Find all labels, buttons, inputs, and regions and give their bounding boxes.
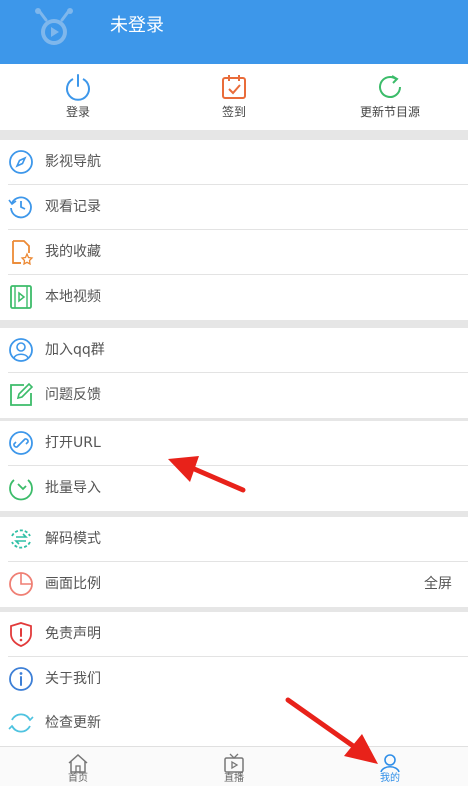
menu-item-label: 打开URL <box>45 435 101 451</box>
checkin-label: 签到 <box>221 105 246 119</box>
login-label: 登录 <box>65 105 90 119</box>
menu-item-label: 影视导航 <box>45 154 101 170</box>
tab-live[interactable]: 直播 <box>156 747 312 786</box>
calendar-check-icon <box>222 75 246 99</box>
menu-item-join-qq[interactable]: 加入qq群 <box>0 328 468 373</box>
checkin-button[interactable]: 签到 <box>156 64 312 130</box>
menu-item-label: 加入qq群 <box>45 342 105 358</box>
menu-item-about[interactable]: 关于我们 <box>0 657 468 702</box>
menu-item-label: 画面比例 <box>45 576 101 592</box>
update-source-button[interactable]: 更新节目源 <box>312 64 468 130</box>
user-circle-icon <box>9 338 33 362</box>
menu-item-history[interactable]: 观看记录 <box>0 185 468 230</box>
user-icon <box>380 754 400 773</box>
film-icon <box>10 285 32 309</box>
menu-item-local-video[interactable]: 本地视频 <box>0 275 468 320</box>
pie-chart-icon <box>9 572 33 596</box>
menu-item-label: 观看记录 <box>45 199 101 215</box>
login-status-title[interactable]: 未登录 <box>110 14 164 38</box>
menu-item-favorites[interactable]: 我的收藏 <box>0 230 468 275</box>
favorite-file-icon <box>12 240 34 265</box>
history-clock-icon <box>8 196 32 219</box>
menu-item-label: 关于我们 <box>45 671 101 687</box>
menu-item-batch-import[interactable]: 批量导入 <box>0 466 468 511</box>
compass-icon <box>9 150 33 174</box>
menu-item-nav[interactable]: 影视导航 <box>0 140 468 185</box>
tab-label: 首页 <box>68 773 88 784</box>
tab-label: 我的 <box>380 773 400 784</box>
menu-item-label: 问题反馈 <box>45 387 101 403</box>
home-icon <box>68 753 88 773</box>
tab-home[interactable]: 首页 <box>0 747 156 786</box>
menu-item-label: 批量导入 <box>45 480 101 496</box>
power-icon <box>66 74 90 101</box>
section-divider <box>0 130 468 140</box>
tab-label: 直播 <box>224 773 244 784</box>
menu-item-feedback[interactable]: 问题反馈 <box>0 373 468 418</box>
quick-actions: 登录 签到 更新节目源 <box>0 64 468 130</box>
warning-shield-icon <box>10 622 32 647</box>
info-icon <box>9 667 33 691</box>
menu-item-check-update[interactable]: 检查更新 <box>0 701 468 746</box>
menu-item-open-url[interactable]: 打开URL <box>0 421 468 466</box>
bottom-tab-bar: 首页 直播 我的 <box>0 746 468 786</box>
import-icon <box>9 479 33 501</box>
swap-icon <box>11 529 31 549</box>
update-sync-icon <box>8 713 34 733</box>
refresh-icon <box>379 75 401 98</box>
menu-item-label: 免责声明 <box>45 626 101 642</box>
edit-icon <box>10 382 34 406</box>
aspect-ratio-value: 全屏 <box>424 576 452 592</box>
menu-item-disclaimer[interactable]: 免责声明 <box>0 612 468 657</box>
tab-mine[interactable]: 我的 <box>312 747 468 786</box>
link-icon <box>9 431 33 455</box>
menu-item-label: 本地视频 <box>45 289 101 305</box>
app-logo-icon <box>35 8 73 45</box>
section-divider <box>0 320 468 328</box>
menu-item-label: 我的收藏 <box>45 244 101 260</box>
menu-item-label: 检查更新 <box>45 715 101 731</box>
menu-item-aspect-ratio[interactable]: 画面比例 全屏 <box>0 562 468 607</box>
tv-icon <box>224 753 244 773</box>
update-source-label: 更新节目源 <box>359 105 420 119</box>
menu-item-label: 解码模式 <box>45 531 101 547</box>
app-header: 未登录 <box>0 0 468 64</box>
menu-item-decode-mode[interactable]: 解码模式 <box>0 517 468 562</box>
login-button[interactable]: 登录 <box>0 64 156 130</box>
